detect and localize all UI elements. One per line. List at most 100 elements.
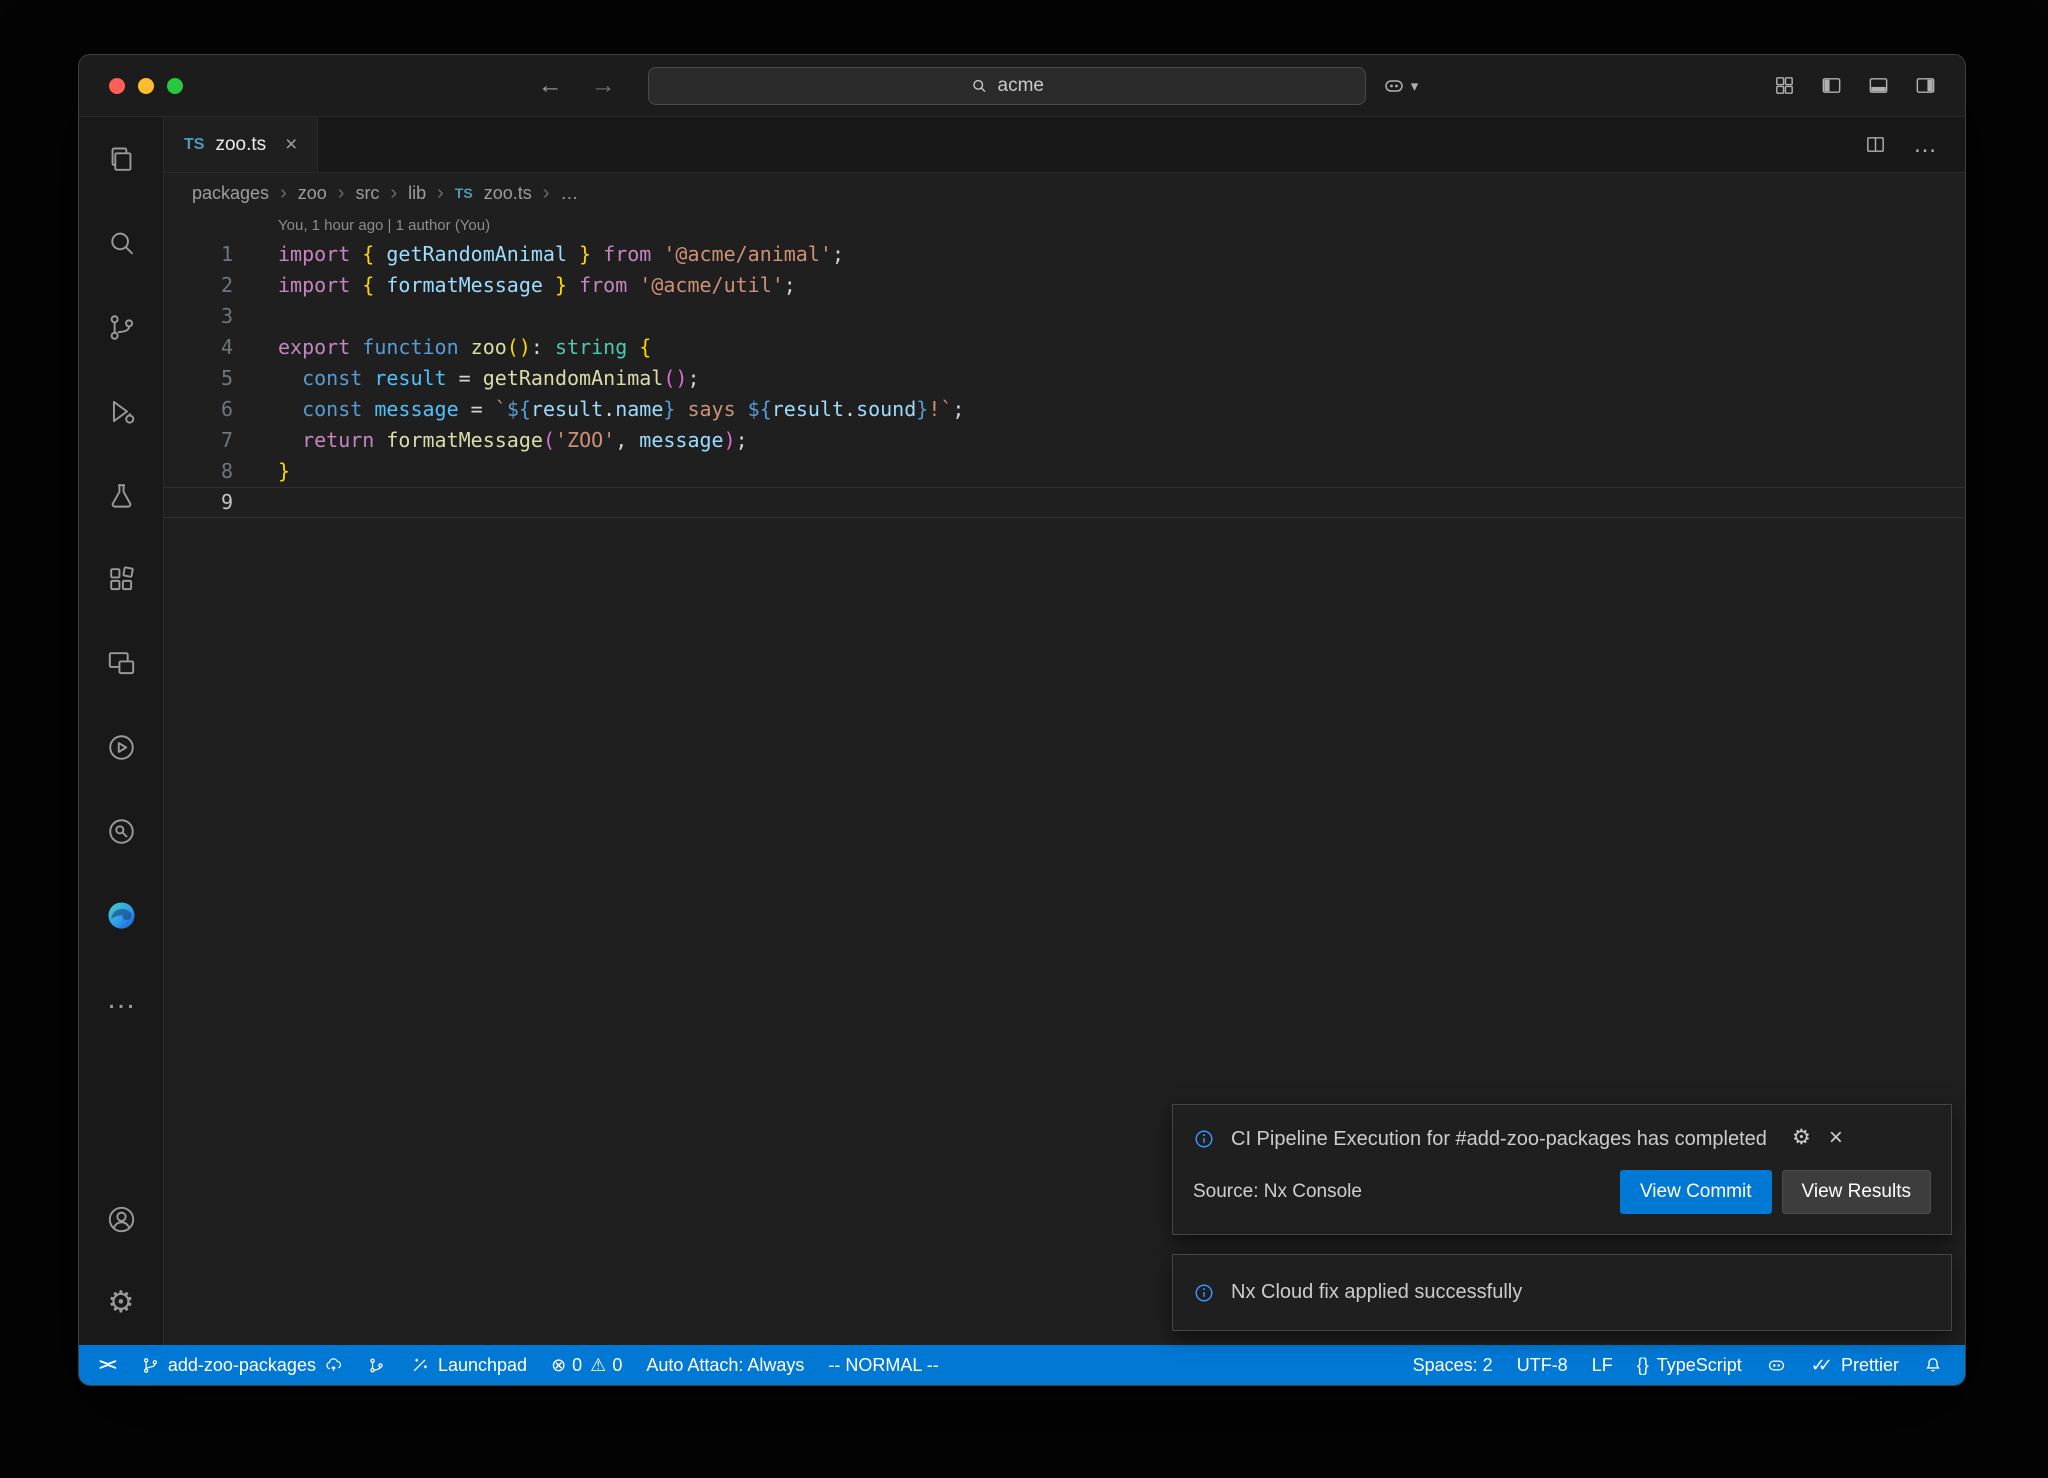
encoding-status[interactable]: UTF-8 <box>1505 1345 1580 1385</box>
launchpad-status[interactable]: Launchpad <box>398 1345 539 1385</box>
code-inspect-icon[interactable] <box>79 789 164 873</box>
code-line-7[interactable]: 7 return formatMessage('ZOO', message); <box>164 425 1965 456</box>
code-line-content: return formatMessage('ZOO', message); <box>233 425 748 456</box>
breadcrumb: packages › zoo › src › lib › TS zoo.ts ›… <box>164 173 1965 213</box>
breadcrumb-item-packages[interactable]: packages <box>192 183 269 204</box>
language-label: TypeScript <box>1657 1355 1742 1376</box>
tab-bar: TS zoo.ts × … <box>164 117 1965 173</box>
code-line-9[interactable]: 9 <box>164 487 1965 518</box>
code-lines: 1import { getRandomAnimal } from '@acme/… <box>164 239 1965 518</box>
bell-icon <box>1923 1355 1943 1375</box>
remote-icon: >< <box>99 1355 115 1375</box>
line-number: 6 <box>164 394 233 425</box>
typescript-file-icon: TS <box>184 136 204 154</box>
more-views-icon[interactable]: … <box>79 957 164 1041</box>
info-icon <box>1193 1128 1215 1150</box>
customize-layout-icon[interactable] <box>1773 74 1796 97</box>
vim-mode-status[interactable]: -- NORMAL -- <box>816 1345 950 1385</box>
errors-icon: ⊗ <box>551 1356 566 1374</box>
split-editor-icon[interactable] <box>1864 133 1887 156</box>
cloud-upload-icon <box>324 1356 343 1375</box>
account-icon[interactable] <box>79 1177 164 1261</box>
git-graph-status[interactable] <box>355 1345 398 1385</box>
run-debug-icon[interactable] <box>79 369 164 453</box>
line-number: 8 <box>164 456 233 487</box>
command-center-search[interactable]: acme <box>648 67 1366 105</box>
indentation-status[interactable]: Spaces: 2 <box>1401 1345 1505 1385</box>
testing-icon[interactable] <box>79 453 164 537</box>
notification-toast-nx-cloud: Nx Cloud fix applied successfully <box>1172 1254 1952 1331</box>
remote-explorer-icon[interactable] <box>79 621 164 705</box>
code-line-4[interactable]: 4export function zoo(): string { <box>164 332 1965 363</box>
code-line-content <box>233 487 278 518</box>
codelens-annotation[interactable]: You, 1 hour ago | 1 author (You) <box>164 213 1965 239</box>
code-line-6[interactable]: 6 const message = `${result.name} says $… <box>164 394 1965 425</box>
notification-close-icon[interactable]: × <box>1829 1126 1843 1150</box>
notifications-bell[interactable] <box>1911 1345 1955 1385</box>
code-line-content: import { formatMessage } from '@acme/uti… <box>233 270 796 301</box>
launchpad-label: Launchpad <box>438 1355 527 1376</box>
breadcrumb-item-lib[interactable]: lib <box>408 183 426 204</box>
toggle-panel-icon[interactable] <box>1867 74 1890 97</box>
activity-bar: … ⚙ <box>79 117 164 1345</box>
code-line-1[interactable]: 1import { getRandomAnimal } from '@acme/… <box>164 239 1965 270</box>
extensions-icon[interactable] <box>79 537 164 621</box>
breadcrumb-item-zoo[interactable]: zoo <box>298 183 327 204</box>
code-line-content: const result = getRandomAnimal(); <box>233 363 699 394</box>
remote-indicator[interactable]: >< <box>85 1345 129 1385</box>
formatter-status[interactable]: ✓✓ Prettier <box>1799 1345 1911 1385</box>
chevron-right-icon: › <box>390 182 397 205</box>
double-check-icon: ✓✓ <box>1811 1355 1825 1376</box>
eol-status[interactable]: LF <box>1580 1345 1625 1385</box>
vscode-window: ← → acme ▾ <box>78 54 1966 1386</box>
chevron-right-icon: › <box>338 182 345 205</box>
breadcrumb-item-src[interactable]: src <box>355 183 379 204</box>
zoom-window-button[interactable] <box>167 78 183 94</box>
copilot-status[interactable] <box>1754 1345 1799 1385</box>
chevron-right-icon: › <box>543 182 550 205</box>
explorer-icon[interactable] <box>79 117 164 201</box>
code-line-content: import { getRandomAnimal } from '@acme/a… <box>233 239 844 270</box>
search-icon <box>970 77 988 95</box>
launchpad-icon <box>410 1355 430 1375</box>
settings-gear-icon[interactable]: ⚙ <box>79 1261 164 1345</box>
nx-console-icon[interactable] <box>79 705 164 789</box>
copilot-menu[interactable]: ▾ <box>1382 74 1419 98</box>
window-controls <box>109 78 183 94</box>
notification-message: CI Pipeline Execution for #add-zoo-packa… <box>1231 1125 1776 1154</box>
source-control-icon[interactable] <box>79 285 164 369</box>
back-arrow-icon[interactable]: ← <box>538 71 563 100</box>
titlebar: ← → acme ▾ <box>79 55 1965 117</box>
auto-attach-status[interactable]: Auto Attach: Always <box>634 1345 816 1385</box>
tab-zoo-ts[interactable]: TS zoo.ts × <box>164 117 318 172</box>
view-commit-button[interactable]: View Commit <box>1620 1170 1772 1214</box>
breadcrumb-item-file[interactable]: zoo.ts <box>484 183 532 204</box>
search-sidebar-icon[interactable] <box>79 201 164 285</box>
notification-settings-gear-icon[interactable]: ⚙ <box>1792 1125 1811 1150</box>
notification-toast-ci-pipeline: CI Pipeline Execution for #add-zoo-packa… <box>1172 1104 1952 1235</box>
toggle-secondary-sidebar-icon[interactable] <box>1914 74 1937 97</box>
code-line-5[interactable]: 5 const result = getRandomAnimal(); <box>164 363 1965 394</box>
line-number: 9 <box>164 487 233 518</box>
copilot-icon <box>1382 74 1406 98</box>
edge-browser-icon[interactable] <box>79 873 164 957</box>
editor-more-actions-icon[interactable]: … <box>1913 140 1937 150</box>
language-mode-status[interactable]: {} TypeScript <box>1625 1345 1754 1385</box>
view-results-button[interactable]: View Results <box>1782 1170 1931 1214</box>
code-line-3[interactable]: 3 <box>164 301 1965 332</box>
line-number: 7 <box>164 425 233 456</box>
tab-title: zoo.ts <box>215 134 266 156</box>
minimize-window-button[interactable] <box>138 78 154 94</box>
breadcrumb-item-symbol[interactable]: … <box>560 183 578 204</box>
code-line-8[interactable]: 8} <box>164 456 1965 487</box>
search-value: acme <box>998 75 1044 97</box>
info-icon <box>1193 1282 1215 1304</box>
branch-status[interactable]: add-zoo-packages <box>129 1345 355 1385</box>
problems-status[interactable]: ⊗ 0 ⚠ 0 <box>539 1345 634 1385</box>
forward-arrow-icon[interactable]: → <box>591 71 616 100</box>
tab-close-icon[interactable]: × <box>285 134 297 155</box>
chevron-right-icon: › <box>437 182 444 205</box>
code-line-2[interactable]: 2import { formatMessage } from '@acme/ut… <box>164 270 1965 301</box>
toggle-primary-sidebar-icon[interactable] <box>1820 74 1843 97</box>
close-window-button[interactable] <box>109 78 125 94</box>
